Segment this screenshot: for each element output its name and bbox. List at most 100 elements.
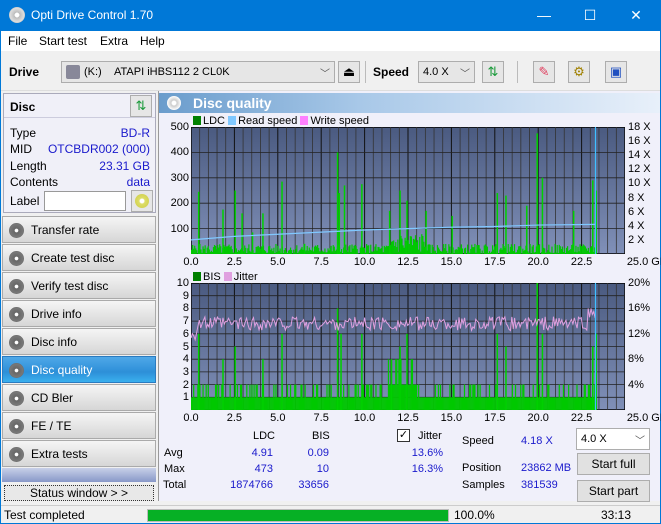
nav-fe-te[interactable]: FE / TE: [2, 412, 156, 439]
length-value: 23.31 GB: [99, 159, 150, 173]
ldc-bar: [362, 247, 365, 254]
ldc-bar: [356, 249, 358, 254]
speed-select[interactable]: 4.0 X ﹀: [418, 61, 475, 83]
ldc-bar: [307, 250, 309, 254]
minimize-button[interactable]: —: [521, 0, 567, 31]
jitter-checkbox[interactable]: ✓: [397, 429, 410, 442]
ldc-bar: [191, 249, 193, 254]
drive-label: Drive: [9, 65, 40, 79]
bis-bar: [365, 384, 368, 410]
bis-bar: [465, 397, 468, 410]
test-speed-select[interactable]: 4.0 X ﹀: [576, 428, 650, 450]
start-part-button[interactable]: Start part: [577, 480, 650, 502]
label-apply-button[interactable]: [131, 190, 153, 212]
ldc-bar: [199, 244, 201, 254]
bis-bar: [203, 397, 205, 410]
bis-bar: [374, 397, 376, 410]
ldc-bar: [286, 253, 289, 254]
disc-icon: [9, 335, 24, 350]
eject-button[interactable]: ⏏: [338, 61, 360, 83]
bis-bar: [381, 397, 383, 410]
bis-bar: [338, 397, 341, 410]
nav-extra-tests[interactable]: Extra tests: [2, 440, 156, 467]
close-button[interactable]: ✕: [613, 0, 659, 31]
ldc-bar: [254, 252, 256, 254]
ldc-bar: [581, 246, 583, 254]
save-button[interactable]: ▣: [605, 61, 627, 83]
ldc-bar: [513, 244, 516, 254]
ldc-bar: [522, 248, 524, 254]
nav-disc-info[interactable]: Disc info: [2, 328, 156, 355]
ldc-bar: [300, 248, 302, 254]
bis-bar: [318, 397, 320, 410]
nav-verify-test-disc[interactable]: Verify test disc: [2, 272, 156, 299]
ldc-bar: [201, 252, 203, 254]
disc-refresh-button[interactable]: ⇅: [130, 95, 152, 117]
bis-bar: [224, 397, 226, 410]
erase-button[interactable]: ✎: [533, 61, 555, 83]
ldc-bar: [544, 248, 546, 254]
bis-bar: [498, 397, 500, 410]
bis-peak: [234, 346, 236, 410]
sidebar: Disc ⇅ Type BD-R MID OTCBDR002 (000) Lengt…: [1, 91, 158, 501]
drive-select[interactable]: (K:) ATAPI iHBS112 2 CL0K ﹀: [61, 61, 335, 83]
bis-bar: [269, 397, 271, 410]
ldc-bar: [584, 246, 586, 254]
bis-bar: [250, 397, 252, 410]
ldc-bar: [422, 236, 424, 254]
bis-bar: [244, 397, 246, 410]
bis-bar: [435, 397, 437, 410]
status-window-button[interactable]: Status window > >: [4, 485, 154, 501]
bis-bar: [213, 397, 216, 410]
progress-label: 100.0%: [454, 508, 495, 522]
bis-bar: [330, 384, 332, 410]
bis-bar: [226, 397, 228, 410]
start-full-button[interactable]: Start full: [577, 453, 650, 475]
ldc-bar: [501, 249, 503, 254]
ldc-bar: [428, 244, 430, 254]
nav-create-test-disc[interactable]: Create test disc: [2, 244, 156, 271]
menu-help[interactable]: Help: [140, 34, 165, 48]
label-input[interactable]: [44, 191, 126, 211]
bis-bar: [283, 397, 285, 410]
mid-value: OTCBDR002 (000): [47, 142, 150, 156]
ldc-bar: [263, 250, 266, 254]
maximize-button[interactable]: ☐: [567, 0, 613, 31]
nav-drive-info[interactable]: Drive info: [2, 300, 156, 327]
ldc-bar: [258, 247, 260, 254]
bis-bar: [578, 397, 580, 410]
drive-icon: [66, 65, 80, 79]
x-tick-label: 15.0: [440, 256, 463, 268]
menu-extra[interactable]: Extra: [100, 34, 128, 48]
bis-bar: [560, 397, 562, 410]
refresh-button[interactable]: ⇅: [482, 61, 504, 83]
bis-bar: [199, 384, 201, 410]
bis-bar: [268, 397, 270, 410]
ldc-bar: [368, 245, 370, 254]
bis-bar: [312, 384, 315, 410]
ldc-bar: [549, 251, 551, 254]
position-label: Position: [462, 462, 502, 474]
menu-start-test[interactable]: Start test: [39, 34, 87, 48]
nav-transfer-rate[interactable]: Transfer rate: [2, 216, 156, 243]
menu-file[interactable]: File: [8, 34, 27, 48]
ldc-bar: [417, 240, 419, 254]
bis-bar: [286, 384, 289, 410]
nav-cd-bler[interactable]: CD Bler: [2, 384, 156, 411]
bis-bar: [278, 397, 280, 410]
nav-disc-quality[interactable]: Disc quality: [2, 356, 156, 383]
toolbar: Drive (K:) ATAPI iHBS112 2 CL0K ﹀ ⏏ Spee…: [1, 51, 660, 91]
bis-bar: [342, 397, 344, 410]
ldc-bar: [493, 249, 495, 254]
nav-label: Verify test disc: [31, 279, 109, 293]
bis-bar: [358, 397, 360, 410]
ldc-bar: [297, 253, 299, 254]
bis-swatch: [193, 272, 201, 281]
ldc-bar: [574, 251, 576, 254]
swap-arrows-icon: ⇅: [135, 98, 147, 113]
legend-write-speed: Write speed: [310, 115, 369, 127]
ldc-bar: [486, 246, 489, 254]
ldc-bar: [551, 246, 553, 254]
bis-bar: [404, 384, 406, 410]
settings-button[interactable]: ⚙: [568, 61, 590, 83]
